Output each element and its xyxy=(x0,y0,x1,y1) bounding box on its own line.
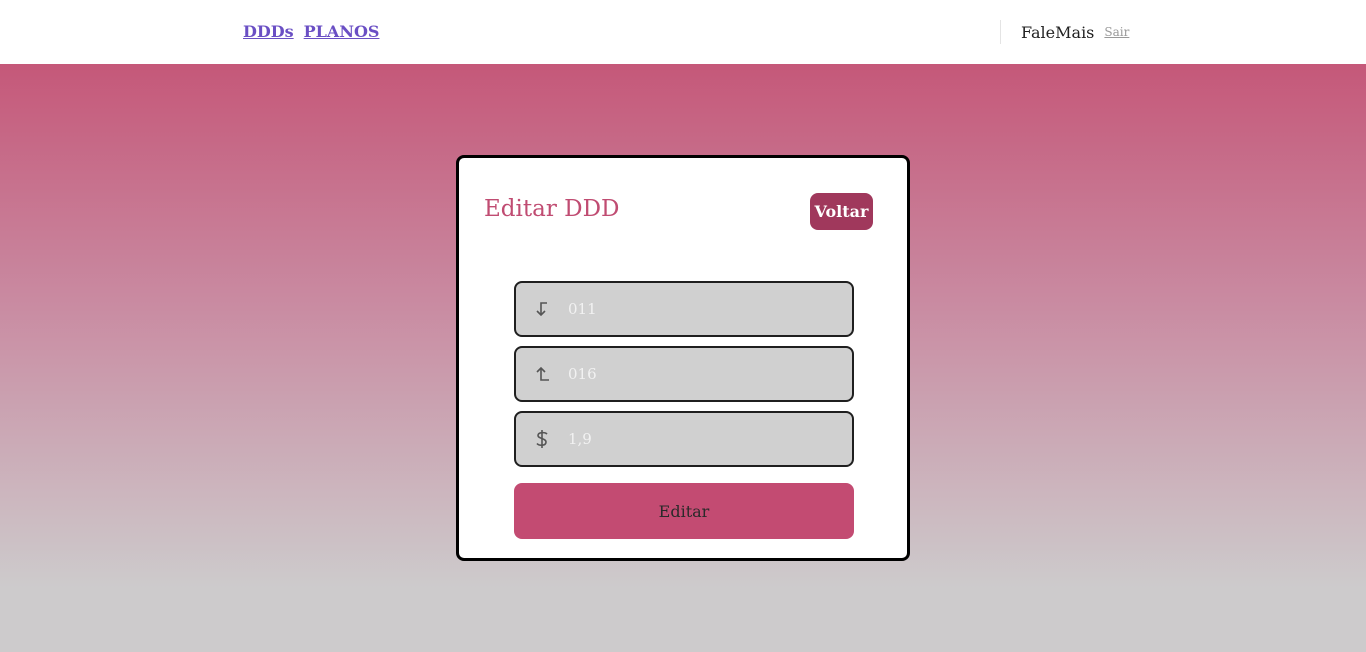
arrow-up-left-icon xyxy=(516,365,568,383)
dollar-icon xyxy=(516,429,568,449)
logout-link[interactable]: Sair xyxy=(1104,25,1129,39)
top-navbar: DDDs PLANOS FaleMais Sair xyxy=(0,0,1366,64)
nav-link-planos[interactable]: PLANOS xyxy=(304,22,380,41)
nav-user-area: FaleMais Sair xyxy=(1000,20,1129,44)
edit-ddd-card: Editar DDD Voltar Editar xyxy=(456,155,910,561)
nav-links: DDDs PLANOS xyxy=(243,22,379,41)
brand-name: FaleMais xyxy=(1021,22,1095,42)
nav-link-ddds[interactable]: DDDs xyxy=(243,22,294,41)
destination-ddd-field xyxy=(514,346,854,402)
price-field xyxy=(514,411,854,467)
edit-submit-button[interactable]: Editar xyxy=(514,483,854,539)
destination-ddd-input[interactable] xyxy=(568,348,852,400)
arrow-down-left-icon xyxy=(516,300,568,318)
origin-ddd-input[interactable] xyxy=(568,283,852,335)
page-title: Editar DDD xyxy=(484,196,620,222)
back-button[interactable]: Voltar xyxy=(810,193,873,230)
origin-ddd-field xyxy=(514,281,854,337)
price-input[interactable] xyxy=(568,413,852,465)
